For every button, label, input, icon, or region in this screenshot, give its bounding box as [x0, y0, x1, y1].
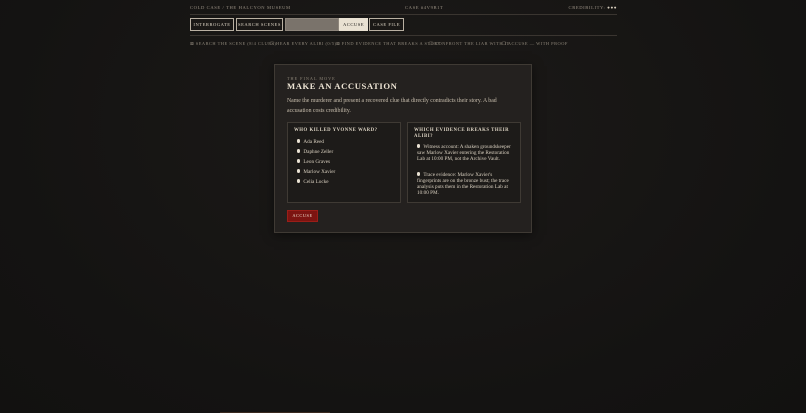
radio-icon[interactable] [297, 169, 301, 173]
accuse-button[interactable]: Accuse [287, 210, 318, 222]
suspect-name: Leon Graves [303, 159, 331, 165]
objective-find-evidence: ⊠ Find evidence that breaks a story [336, 41, 442, 46]
radio-icon[interactable] [297, 159, 301, 163]
radio-icon[interactable] [297, 179, 301, 183]
credibility-dots: ●●● [607, 5, 617, 10]
breadcrumb: Cold Case / The Halcyon Museum [190, 5, 291, 10]
objectives-tracker: ⊠ Search the scene (8/4 clues) ☐ Hear ev… [190, 35, 617, 46]
suspect-option[interactable]: Marlow Xavier [297, 168, 335, 176]
tab-disabled [285, 18, 339, 31]
evidence-option[interactable]: Trace evidence: Marlow Xavier's fingerpr… [417, 172, 517, 196]
radio-icon[interactable] [297, 149, 301, 153]
credibility-label: Credibility: [568, 5, 606, 10]
tab-accuse[interactable]: Accuse [339, 18, 368, 31]
objective-search-scene: ⊠ Search the scene (8/4 clues) [190, 41, 277, 46]
tab-case-file[interactable]: Case File [369, 18, 404, 31]
accusation-card: The Final Move Make an Accusation Name t… [274, 64, 532, 233]
suspects-title: Who killed Yvonne Ward? [294, 128, 378, 133]
suspect-name: Ada Reed [303, 139, 324, 145]
evidence-text: Witness account: A shaken groundskeeper … [417, 144, 511, 162]
suspect-name: Daphne Zeller [303, 149, 334, 155]
radio-icon[interactable] [297, 139, 301, 143]
card-title: Make an Accusation [287, 81, 398, 91]
objective-hear-alibis: ☐ Hear every alibi (0/5) [270, 41, 337, 46]
tab-search-scenes[interactable]: Search Scenes [236, 18, 283, 31]
tab-interrogate[interactable]: Interrogate [190, 18, 234, 31]
suspect-name: Marlow Xavier [303, 169, 336, 175]
objective-confront-liar: ☐ Confront the liar with it [429, 41, 510, 46]
radio-icon[interactable] [417, 172, 421, 176]
objective-accuse: ☐ Accuse — with proof [502, 41, 568, 46]
card-description: Name the murderer and present a recovere… [287, 98, 497, 114]
suspect-option[interactable]: Celia Locke [297, 178, 329, 186]
evidence-title: Which evidence breaks their alibi? [414, 128, 510, 139]
evidence-text: Trace evidence: Marlow Xavier's fingerpr… [417, 172, 509, 196]
case-id: Case #4V9B1T [405, 5, 444, 10]
suspect-option[interactable]: Ada Reed [297, 138, 324, 146]
suspects-panel: Who killed Yvonne Ward? Ada Reed Daphne … [287, 122, 401, 203]
credibility-meter: Credibility: ●●● [569, 5, 617, 10]
suspect-name: Celia Locke [303, 179, 329, 185]
evidence-option[interactable]: Witness account: A shaken groundskeeper … [417, 144, 517, 162]
suspect-option[interactable]: Leon Graves [297, 158, 330, 166]
top-bar: Cold Case / The Halcyon Museum Case #4V9… [190, 0, 617, 15]
suspect-option[interactable]: Daphne Zeller [297, 148, 333, 156]
evidence-panel: Which evidence breaks their alibi? Witne… [407, 122, 521, 203]
radio-icon[interactable] [417, 144, 421, 148]
